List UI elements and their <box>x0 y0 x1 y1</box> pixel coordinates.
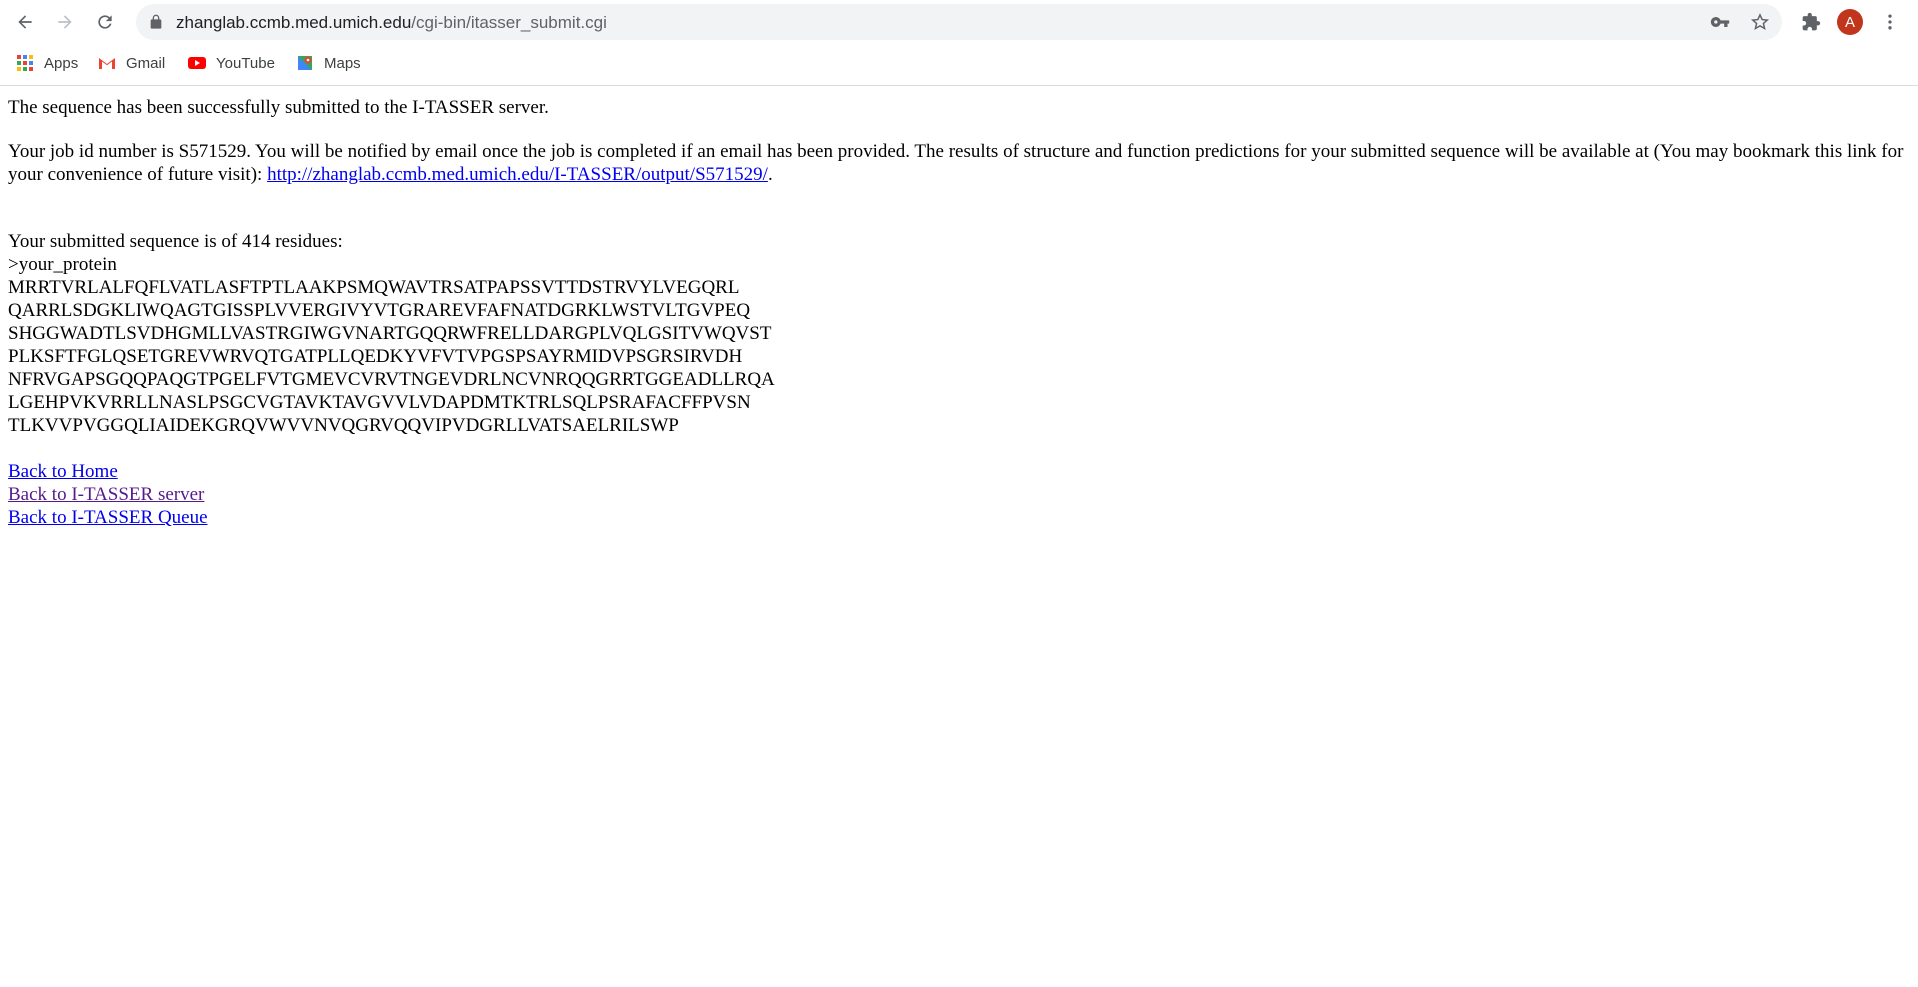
maps-icon <box>298 56 312 70</box>
reload-icon <box>98 15 112 29</box>
sequence-block: Your submitted sequence is of 414 residu… <box>8 230 1908 437</box>
bookmark-maps[interactable]: Maps <box>296 52 361 74</box>
arrow-right-icon <box>58 15 72 29</box>
sequence-line: QARRLSDGKLIWQAGTGISSPLVVERGIVYVTGRAREVFA… <box>8 300 751 321</box>
url-path: /cgi-bin/itasser_submit.cgi <box>411 13 607 32</box>
more-vert-icon <box>1888 14 1892 30</box>
browser-toolbar: zhanglab.ccmb.med.umich.edu/cgi-bin/itas… <box>0 0 1918 44</box>
address-bar[interactable]: zhanglab.ccmb.med.umich.edu/cgi-bin/itas… <box>136 4 1782 40</box>
sequence-line: NFRVGAPSGQQPAQGTPGELFVTGMEVCVRVTNGEVDRLN… <box>8 369 775 390</box>
reload-button[interactable] <box>91 8 119 36</box>
sequence-line: LGEHPVKVRRLLNASLPSGCVGTAVKTAVGVVLVDAPDMT… <box>8 392 751 413</box>
job-info-suffix: . <box>767 164 773 185</box>
job-info-paragraph: Your job id number is S571529. You will … <box>8 140 1908 186</box>
bookmark-label: YouTube <box>216 54 275 72</box>
forward-button[interactable] <box>51 8 79 36</box>
bookmarks-bar: Apps Gmail YouTube Maps <box>0 48 1918 78</box>
gmail-icon <box>99 58 115 69</box>
youtube-icon <box>188 57 206 69</box>
result-link[interactable]: http://zhanglab.ccmb.med.umich.edu/I-TAS… <box>267 164 768 185</box>
menu-button[interactable] <box>1876 8 1904 36</box>
avatar: A <box>1837 9 1863 35</box>
puzzle-icon <box>1802 12 1821 31</box>
back-to-queue-link[interactable]: Back to I-TASSER Queue <box>8 506 1908 529</box>
url-text[interactable]: zhanglab.ccmb.med.umich.edu/cgi-bin/itas… <box>176 13 607 33</box>
sequence-header: >your_protein <box>8 254 117 275</box>
sequence-line: MRRTVRLALFQFLVATLASFTPTLAAKPSMQWAVTRSATP… <box>8 277 740 298</box>
page-content: The sequence has been successfully submi… <box>8 96 1908 529</box>
bookmark-label: Maps <box>324 54 361 72</box>
extensions-button[interactable] <box>1797 8 1825 36</box>
star-icon[interactable] <box>1750 12 1770 32</box>
key-icon[interactable] <box>1710 12 1730 32</box>
lock-icon[interactable] <box>148 14 164 30</box>
residue-count-text: Your submitted sequence is of 414 residu… <box>8 231 343 252</box>
sequence-line: PLKSFTFGLQSETGREVWRVQTGATPLLQEDKYVFVTVPG… <box>8 346 743 367</box>
sequence-line: SHGGWADTLSVDHGMLLVASTRGIWGVNARTGQQRWFREL… <box>8 323 772 344</box>
success-message: The sequence has been successfully submi… <box>8 97 549 118</box>
bookmark-label: Gmail <box>126 54 166 72</box>
profile-button[interactable]: A <box>1836 8 1864 36</box>
arrow-left-icon <box>18 15 32 29</box>
url-domain: zhanglab.ccmb.med.umich.edu <box>176 13 412 32</box>
back-to-home-link[interactable]: Back to Home <box>8 460 1908 483</box>
back-to-server-link[interactable]: Back to I-TASSER server <box>8 483 1908 506</box>
bookmark-label: Apps <box>44 54 79 72</box>
bookmark-gmail[interactable]: Gmail <box>98 52 165 74</box>
apps-grid-icon <box>17 55 33 71</box>
bookmark-youtube[interactable]: YouTube <box>188 52 275 74</box>
bookmark-apps[interactable]: Apps <box>16 52 78 74</box>
back-button[interactable] <box>11 8 39 36</box>
sequence-line: TLKVVPVGGQLIAIDEKGRQVWVVNVQGRVQQVIPVDGRL… <box>8 415 679 436</box>
browser-chrome: zhanglab.ccmb.med.umich.edu/cgi-bin/itas… <box>0 0 1918 86</box>
nav-links: Back to Home Back to I-TASSER server Bac… <box>8 460 1908 529</box>
